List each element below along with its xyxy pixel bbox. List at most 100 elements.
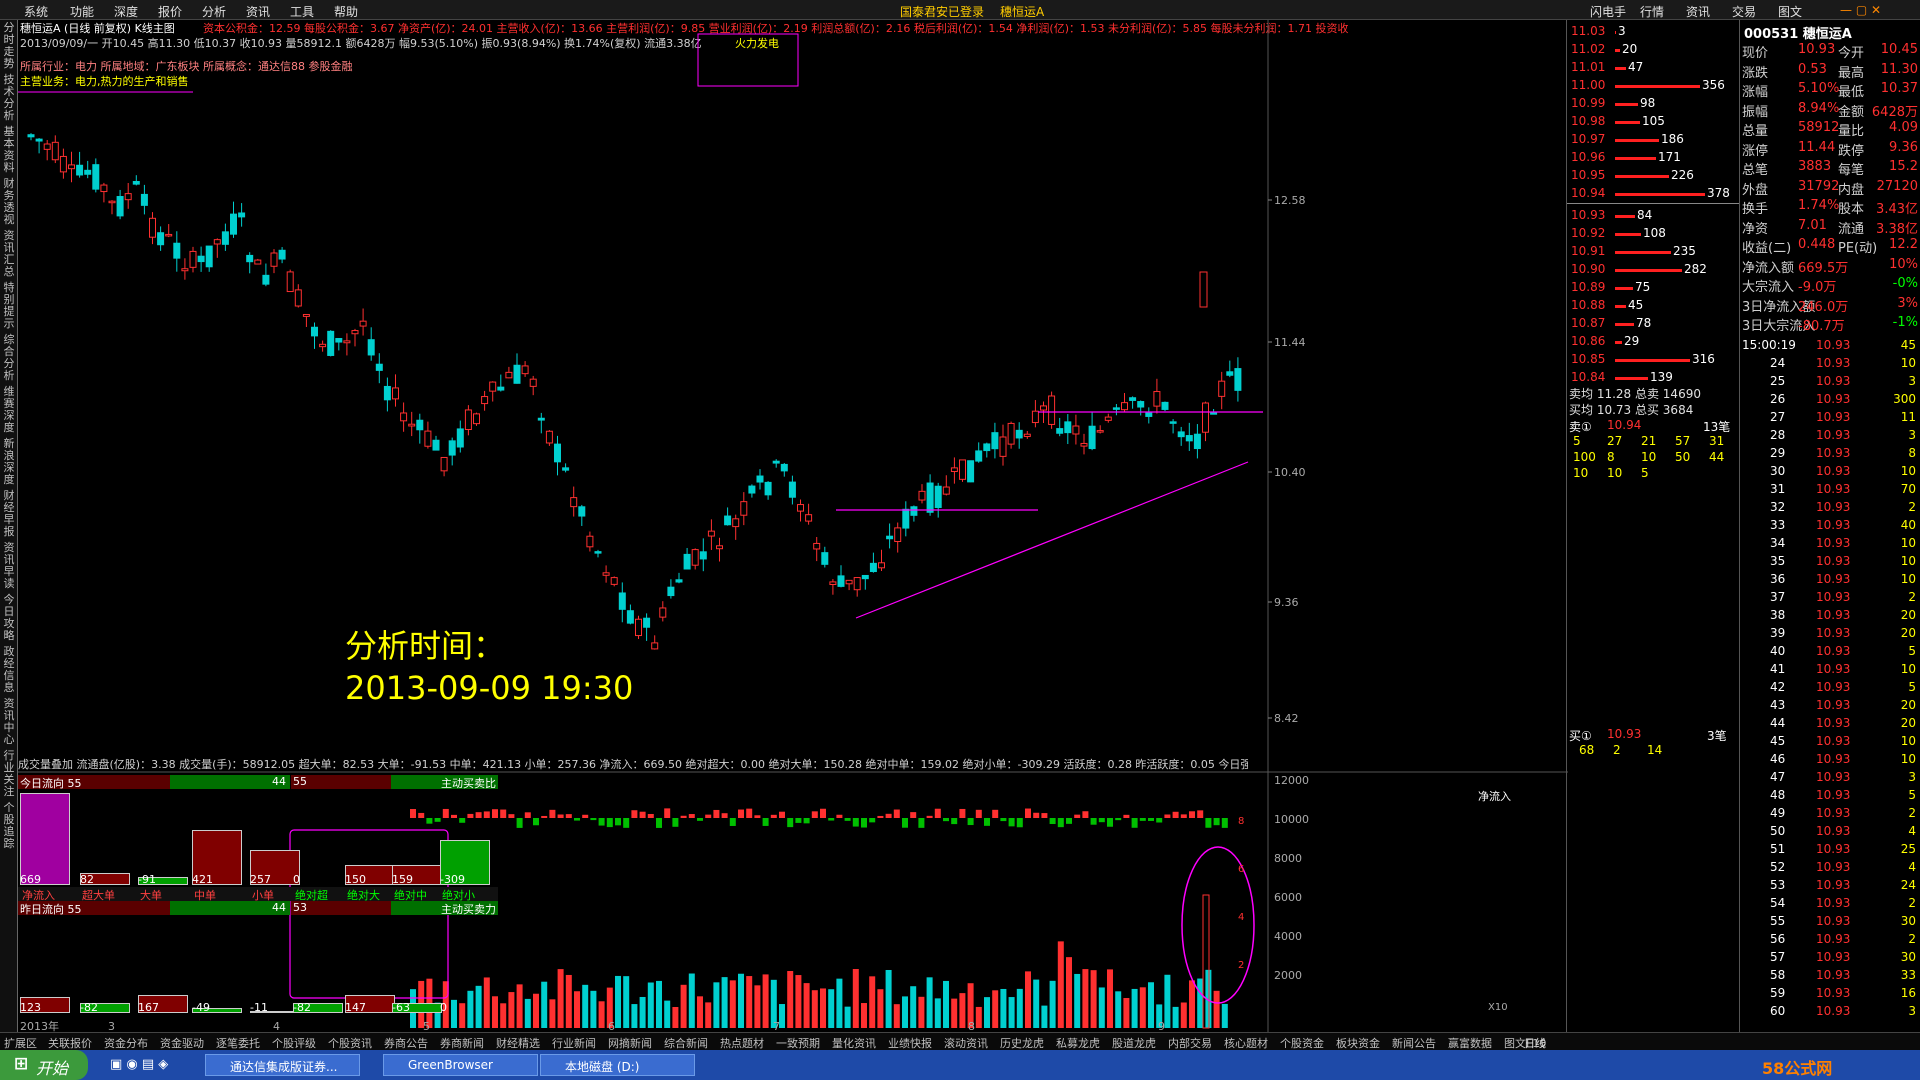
day-mode-label[interactable]: 日线	[1524, 1035, 1546, 1051]
flow-bar	[844, 818, 851, 821]
volume-bar	[861, 1003, 867, 1028]
bottom-tab-10[interactable]: 行业新闻	[552, 1035, 596, 1051]
bottom-tab-8[interactable]: 券商新闻	[440, 1035, 484, 1051]
quote-label: 换手	[1742, 202, 1769, 217]
candle	[1129, 396, 1137, 409]
quicklaunch-icons[interactable]: ▣ ◉ ▤ ◈	[110, 1057, 168, 1072]
left-tab-9[interactable]: 财经早报	[1, 490, 17, 538]
candle	[416, 413, 424, 444]
bottom-tab-0[interactable]: 扩展区	[4, 1035, 37, 1051]
bottom-tab-9[interactable]: 财经精选	[496, 1035, 540, 1051]
bid-vol: 139	[1650, 370, 1673, 384]
bottom-tab-23[interactable]: 个股资金	[1280, 1035, 1324, 1051]
window-controls-icon[interactable]: — ▢ ✕	[1840, 3, 1881, 17]
menu-tools[interactable]: 工具	[290, 3, 314, 20]
left-tab-7[interactable]: 维赛深度	[1, 386, 17, 434]
menu-news[interactable]: 资讯	[1686, 3, 1710, 20]
bottom-tab-6[interactable]: 个股资讯	[328, 1035, 372, 1051]
candle	[983, 442, 991, 458]
left-tab-0[interactable]: 分时走势	[1, 22, 17, 70]
flow-bar	[565, 814, 572, 818]
bottom-tab-7[interactable]: 券商公告	[384, 1035, 428, 1051]
bottom-tab-5[interactable]: 个股评级	[272, 1035, 316, 1051]
menu-info[interactable]: 资讯	[246, 3, 270, 20]
bid-vol: 282	[1684, 262, 1707, 276]
flow-value-yesterday: 123	[20, 1001, 41, 1014]
bottom-tab-1[interactable]: 关联报价	[48, 1035, 92, 1051]
menu-quote[interactable]: 报价	[158, 3, 182, 20]
menu-trade[interactable]: 交易	[1732, 3, 1756, 20]
menu-system[interactable]: 系统	[24, 3, 48, 20]
zoom-x10[interactable]: X10	[1488, 1002, 1508, 1013]
menu-market[interactable]: 行情	[1640, 3, 1664, 20]
bottom-tab-16[interactable]: 业绩快报	[888, 1035, 932, 1051]
task-tdx[interactable]: 通达信集成版证券...	[205, 1054, 360, 1076]
bottom-tab-2[interactable]: 资金分布	[104, 1035, 148, 1051]
left-tab-12[interactable]: 政经信息	[1, 646, 17, 694]
bottom-tab-22[interactable]: 核心题材	[1224, 1035, 1268, 1051]
yesterday-ratio-header: 53	[291, 901, 391, 915]
bottom-tab-18[interactable]: 历史龙虎	[1000, 1035, 1044, 1051]
menu-help[interactable]: 帮助	[334, 3, 358, 20]
left-tab-1[interactable]: 技术分析	[1, 74, 17, 122]
menu-function[interactable]: 功能	[70, 3, 94, 20]
menu-flash[interactable]: 闪电手	[1590, 3, 1626, 20]
left-tab-14[interactable]: 行业关注	[1, 750, 17, 798]
left-tab-10[interactable]: 资讯早读	[1, 542, 17, 590]
quote-value2: 10.45	[1880, 42, 1918, 57]
left-tab-11[interactable]: 今日攻略	[1, 594, 17, 642]
task-browser[interactable]: GreenBrowser	[383, 1054, 538, 1076]
candle	[667, 579, 675, 599]
bottom-tab-13[interactable]: 热点题材	[720, 1035, 764, 1051]
tick-price: 10.93	[1816, 806, 1851, 820]
left-tab-13[interactable]: 资讯中心	[1, 698, 17, 746]
tick-time: 54	[1770, 896, 1786, 910]
inner-tick: 8	[1238, 816, 1244, 827]
left-tab-3[interactable]: 财务透视	[1, 178, 17, 226]
volume-bar	[795, 975, 802, 1028]
flow-bar	[1213, 818, 1220, 826]
ask-bar	[1615, 175, 1669, 178]
bottom-tab-4[interactable]: 逐笔委托	[216, 1035, 260, 1051]
bottom-tab-21[interactable]: 内部交易	[1168, 1035, 1212, 1051]
menu-depth[interactable]: 深度	[114, 3, 138, 20]
candle	[635, 615, 642, 639]
left-tab-8[interactable]: 新浪深度	[1, 438, 17, 486]
flow-bar	[836, 814, 843, 818]
bid-vol: 84	[1637, 208, 1653, 222]
candle	[813, 537, 821, 562]
tick-price: 10.93	[1816, 896, 1851, 910]
left-tab-2[interactable]: 基本资料	[1, 126, 17, 174]
flow-bar	[934, 808, 941, 818]
candle	[27, 133, 35, 141]
bottom-tab-19[interactable]: 私募龙虎	[1056, 1035, 1100, 1051]
bottom-tab-17[interactable]: 滚动资讯	[944, 1035, 988, 1051]
bottom-tab-14[interactable]: 一致预期	[776, 1035, 820, 1051]
menu-analysis[interactable]: 分析	[202, 3, 226, 20]
bottom-tab-26[interactable]: 赢富数据	[1448, 1035, 1492, 1051]
bottom-tab-11[interactable]: 网摘新闻	[608, 1035, 652, 1051]
bottom-tab-3[interactable]: 资金驱动	[160, 1035, 204, 1051]
tick-vol: 2	[1908, 806, 1916, 820]
left-tab-4[interactable]: 资讯汇总	[1, 230, 17, 278]
bottom-tab-25[interactable]: 新闻公告	[1392, 1035, 1436, 1051]
tick-vol: 20	[1900, 626, 1916, 640]
ask-vol: 226	[1671, 168, 1694, 182]
menu-graphic[interactable]: 图文	[1778, 3, 1802, 20]
bottom-tab-20[interactable]: 股道龙虎	[1112, 1035, 1156, 1051]
task-disk[interactable]: 本地磁盘 (D:)	[540, 1054, 695, 1076]
flow-value-today: 257	[250, 873, 271, 886]
candle	[351, 328, 359, 347]
volume-bar	[1033, 979, 1040, 1028]
start-button[interactable]: ⊞ 开始	[0, 1050, 88, 1080]
bottom-tab-15[interactable]: 量化资讯	[832, 1035, 876, 1051]
left-tab-6[interactable]: 综合分析	[1, 334, 17, 382]
bottom-tab-12[interactable]: 综合新闻	[664, 1035, 708, 1051]
tick-price: 10.93	[1816, 482, 1851, 496]
bottom-tab-24[interactable]: 板块资金	[1336, 1035, 1380, 1051]
quote-label2: 金额	[1838, 104, 1865, 120]
left-tab-5[interactable]: 特别提示	[1, 282, 17, 330]
left-tab-15[interactable]: 个股追踪	[1, 802, 17, 850]
tick-vol: 16	[1900, 986, 1916, 1000]
candle	[1218, 371, 1226, 410]
